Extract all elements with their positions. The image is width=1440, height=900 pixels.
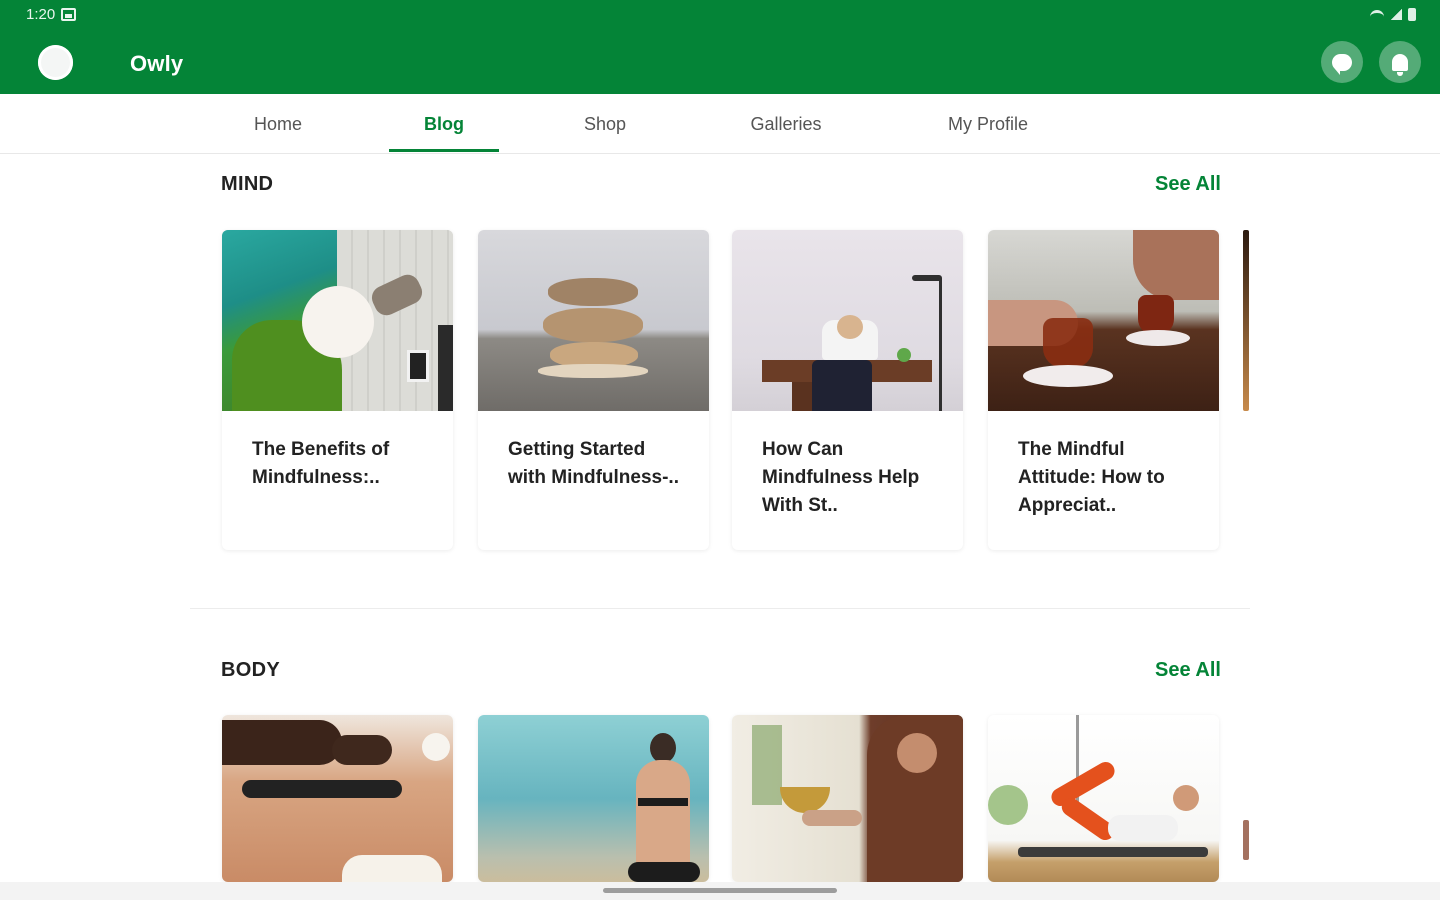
tab-bar: Home Blog Shop Galleries My Profile [0,94,1440,154]
chat-button[interactable] [1321,41,1363,83]
tab-my-profile[interactable]: My Profile [940,114,1036,135]
post-title: The Benefits of Mindfulness:.. [252,439,390,488]
battery-icon [1408,8,1416,21]
post-card-partial[interactable] [1243,230,1249,411]
post-card[interactable]: The Mindful Attitude: How to Appreciat.. [988,230,1219,550]
notifications-button[interactable] [1379,41,1421,83]
section-title-mind: MIND [221,173,274,195]
tab-blog[interactable]: Blog [417,114,471,135]
post-title: Getting Started with Mindfulness-.. [508,439,679,488]
bell-icon [1392,53,1408,76]
post-card[interactable] [988,715,1219,882]
status-time-text: 1:20 [26,6,56,23]
post-image [478,715,709,882]
post-title: The Mindful Attitude: How to Appreciat.. [1018,439,1165,516]
post-image [988,715,1219,882]
post-card[interactable]: The Benefits of Mindfulness:.. [222,230,453,550]
app-root: 1:20 Owly Home Blog Shop Galleries My Pr… [0,0,1440,900]
post-card-partial[interactable] [1243,820,1249,860]
section-divider [190,608,1250,609]
active-tab-indicator [389,149,499,152]
user-avatar[interactable] [38,45,73,80]
chat-bubble-icon [1332,53,1352,75]
see-all-mind-button[interactable]: See All [1155,173,1221,196]
post-title: How Can Mindfulness Help With St.. [762,439,920,516]
app-bar: 1:20 Owly [0,0,1440,94]
post-image [732,230,963,411]
post-image [988,230,1219,411]
status-bar-indicators [1370,8,1416,21]
wifi-icon [1370,9,1384,20]
post-card[interactable] [732,715,963,882]
gesture-handle[interactable] [603,888,837,893]
post-image [732,715,963,882]
post-card[interactable] [478,715,709,882]
signal-icon [1390,9,1402,20]
tab-home[interactable]: Home [250,114,306,135]
post-card[interactable]: How Can Mindfulness Help With St.. [732,230,963,550]
post-card[interactable] [222,715,453,882]
section-title-body: BODY [221,659,280,681]
post-image [222,230,453,411]
tab-shop[interactable]: Shop [578,114,632,135]
app-title: Owly [130,51,184,76]
post-image [222,715,453,882]
post-card[interactable]: Getting Started with Mindfulness-.. [478,230,709,550]
see-all-body-button[interactable]: See All [1155,659,1221,682]
tab-galleries[interactable]: Galleries [742,114,830,135]
status-bar-time: 1:20 [26,6,77,23]
image-notification-icon [61,8,77,21]
post-image [478,230,709,411]
